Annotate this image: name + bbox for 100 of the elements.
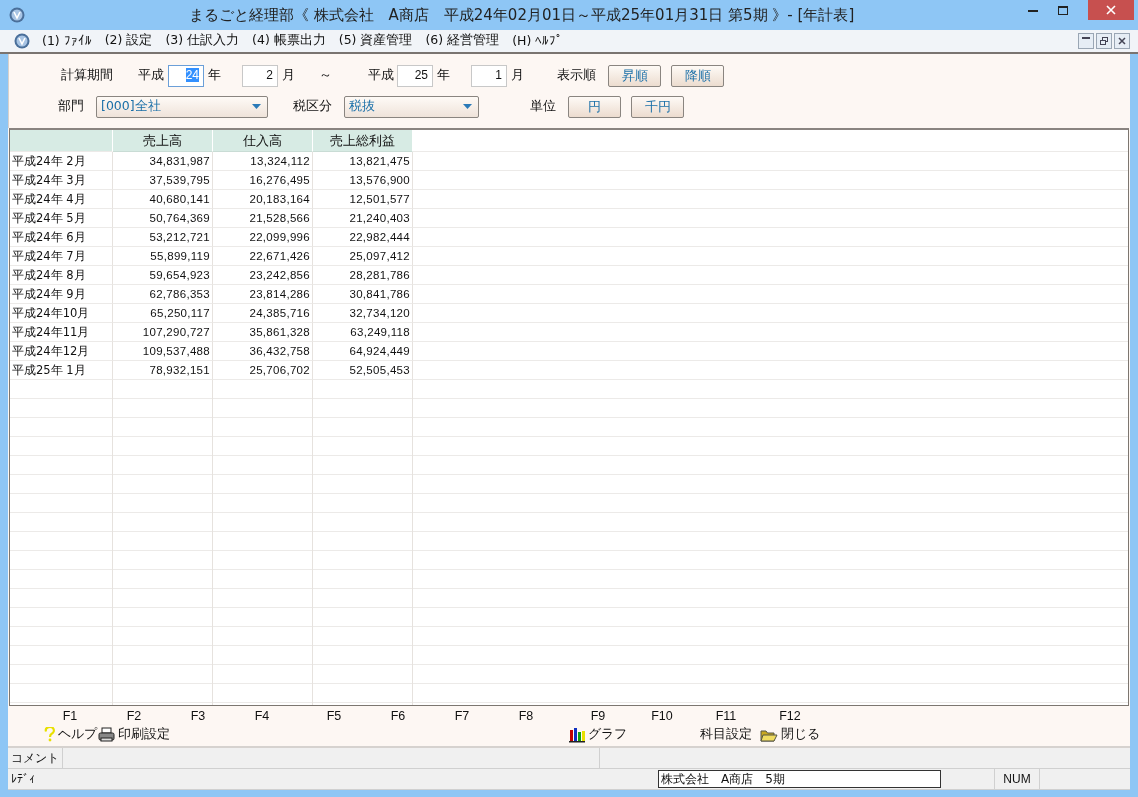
app-logo-icon <box>14 32 30 49</box>
table-cell: 36,432,758 <box>213 341 313 361</box>
table-cell: 20,183,164 <box>213 189 313 209</box>
mdi-restore-button[interactable] <box>1096 32 1112 49</box>
question-mark-icon <box>43 727 55 743</box>
row-header: 平成24年 4月 <box>10 189 113 209</box>
number-field[interactable]: 2 <box>242 64 278 87</box>
table-cell: 32,734,120 <box>313 303 413 323</box>
function-key-label: F6 <box>390 709 406 726</box>
table-cell: 62,786,353 <box>113 284 213 304</box>
window-title: まるごと経理部《 株式会社 A商店 平成24年02月01日～平成25年01月31日 第5期 》- [年計表] <box>187 5 856 25</box>
function-key-button[interactable]: グラフ <box>567 726 629 744</box>
app-logo-icon <box>9 7 25 23</box>
table-cell: 53,212,721 <box>113 227 213 247</box>
table-cell: 13,324,112 <box>213 151 313 171</box>
field-label: 平成 <box>368 67 394 85</box>
function-key-label: F9 <box>590 709 606 726</box>
row-header: 平成24年 5月 <box>10 208 113 228</box>
table-cell: 35,861,328 <box>213 322 313 342</box>
table-cell: 24,385,716 <box>213 303 313 323</box>
company-status-field: 株式会社 A商店 5期 <box>658 770 941 788</box>
function-key-label: F4 <box>254 709 270 726</box>
status-text: ﾚﾃﾞｨ <box>10 771 36 788</box>
close-icon <box>1106 5 1116 15</box>
table-cell: 13,576,900 <box>313 170 413 190</box>
table-cell: 22,982,444 <box>313 227 413 247</box>
menu-item[interactable]: (2) 設定 <box>98 32 160 50</box>
table-cell: 21,528,566 <box>213 208 313 228</box>
toggle-button[interactable]: 昇順 <box>608 64 661 87</box>
table-cell: 16,276,495 <box>213 170 313 190</box>
field-label: 平成 <box>138 67 164 85</box>
table-cell: 63,249,118 <box>313 322 413 342</box>
field-label: 年 <box>437 67 450 85</box>
row-header: 平成24年12月 <box>10 341 113 361</box>
function-key-label: F11 <box>715 709 737 726</box>
menu-item[interactable]: (5) 資産管理 <box>332 32 420 50</box>
restore-icon <box>1100 36 1108 45</box>
row-header: 平成24年 6月 <box>10 227 113 247</box>
table-cell: 12,501,577 <box>313 189 413 209</box>
row-header: 平成25年 1月 <box>10 360 113 380</box>
function-key-button[interactable]: 閉じる <box>758 726 822 744</box>
field-label: 月 <box>511 67 524 85</box>
function-key-label: F7 <box>454 709 470 726</box>
table-cell: 28,281,786 <box>313 265 413 285</box>
table-cell: 64,924,449 <box>313 341 413 361</box>
number-field[interactable]: 25 <box>397 64 433 87</box>
function-key-button[interactable]: 科目設定 <box>698 726 754 744</box>
field-label: 計算期間 <box>61 67 113 85</box>
toggle-button[interactable]: 千円 <box>631 95 684 118</box>
folder-icon <box>760 727 778 742</box>
toggle-button[interactable]: 降順 <box>671 64 724 87</box>
column-header[interactable]: 売上高 <box>113 129 213 152</box>
function-key-label: F2 <box>126 709 142 726</box>
menu-item[interactable]: (H) ﾍﾙﾌﾟ <box>506 33 571 49</box>
table-cell: 37,539,795 <box>113 170 213 190</box>
menu-item[interactable]: (3) 仕訳入力 <box>159 32 247 50</box>
dropdown[interactable]: [000]全社 <box>96 95 268 118</box>
table-cell: 30,841,786 <box>313 284 413 304</box>
function-key-label: F1 <box>62 709 78 726</box>
row-header: 平成24年 2月 <box>10 151 113 171</box>
table-cell: 65,250,117 <box>113 303 213 323</box>
function-key-label: F5 <box>326 709 342 726</box>
table-cell: 34,831,987 <box>113 151 213 171</box>
menu-item[interactable]: (4) 帳票出力 <box>246 32 333 50</box>
dropdown[interactable]: 税抜 <box>344 95 479 118</box>
close-button[interactable] <box>1088 0 1134 20</box>
table-cell: 52,505,453 <box>313 360 413 380</box>
bar-chart-icon <box>569 726 585 743</box>
printer-icon <box>98 727 115 743</box>
column-header[interactable]: 売上総利益 <box>313 129 413 152</box>
toggle-button[interactable]: 円 <box>568 95 621 118</box>
function-key-label: F8 <box>518 709 534 726</box>
table-cell: 50,764,369 <box>113 208 213 228</box>
menu-item[interactable]: (6) 経営管理 <box>419 32 507 50</box>
function-key-button[interactable]: ヘルプ <box>41 726 99 744</box>
function-key-label: F3 <box>190 709 206 726</box>
field-label: 表示順 <box>557 67 596 85</box>
number-field[interactable]: 1 <box>471 64 507 87</box>
menu-item[interactable]: (1) ﾌｧｲﾙ <box>36 33 99 49</box>
table-cell: 23,242,856 <box>213 265 313 285</box>
table-cell: 13,821,475 <box>313 151 413 171</box>
dropdown-arrow-icon <box>463 104 472 110</box>
field-label: 税区分 <box>293 98 332 116</box>
field-label: 月 <box>282 67 295 85</box>
table-cell: 23,814,286 <box>213 284 313 304</box>
table-cell: 22,671,426 <box>213 246 313 266</box>
table-cell: 25,097,412 <box>313 246 413 266</box>
row-header: 平成24年10月 <box>10 303 113 323</box>
column-header[interactable]: 仕入高 <box>213 129 313 152</box>
field-label: ～ <box>319 67 332 85</box>
num-lock-indicator: NUM <box>994 769 1040 789</box>
dropdown-arrow-icon <box>252 104 261 110</box>
mdi-minimize-button[interactable] <box>1078 32 1094 49</box>
mdi-close-button[interactable] <box>1114 32 1130 49</box>
table-cell: 40,680,141 <box>113 189 213 209</box>
row-header: 平成24年 8月 <box>10 265 113 285</box>
table-cell: 78,932,151 <box>113 360 213 380</box>
maximize-icon <box>1058 5 1068 15</box>
field-label: 部門 <box>57 98 84 116</box>
row-header: 平成24年 7月 <box>10 246 113 266</box>
